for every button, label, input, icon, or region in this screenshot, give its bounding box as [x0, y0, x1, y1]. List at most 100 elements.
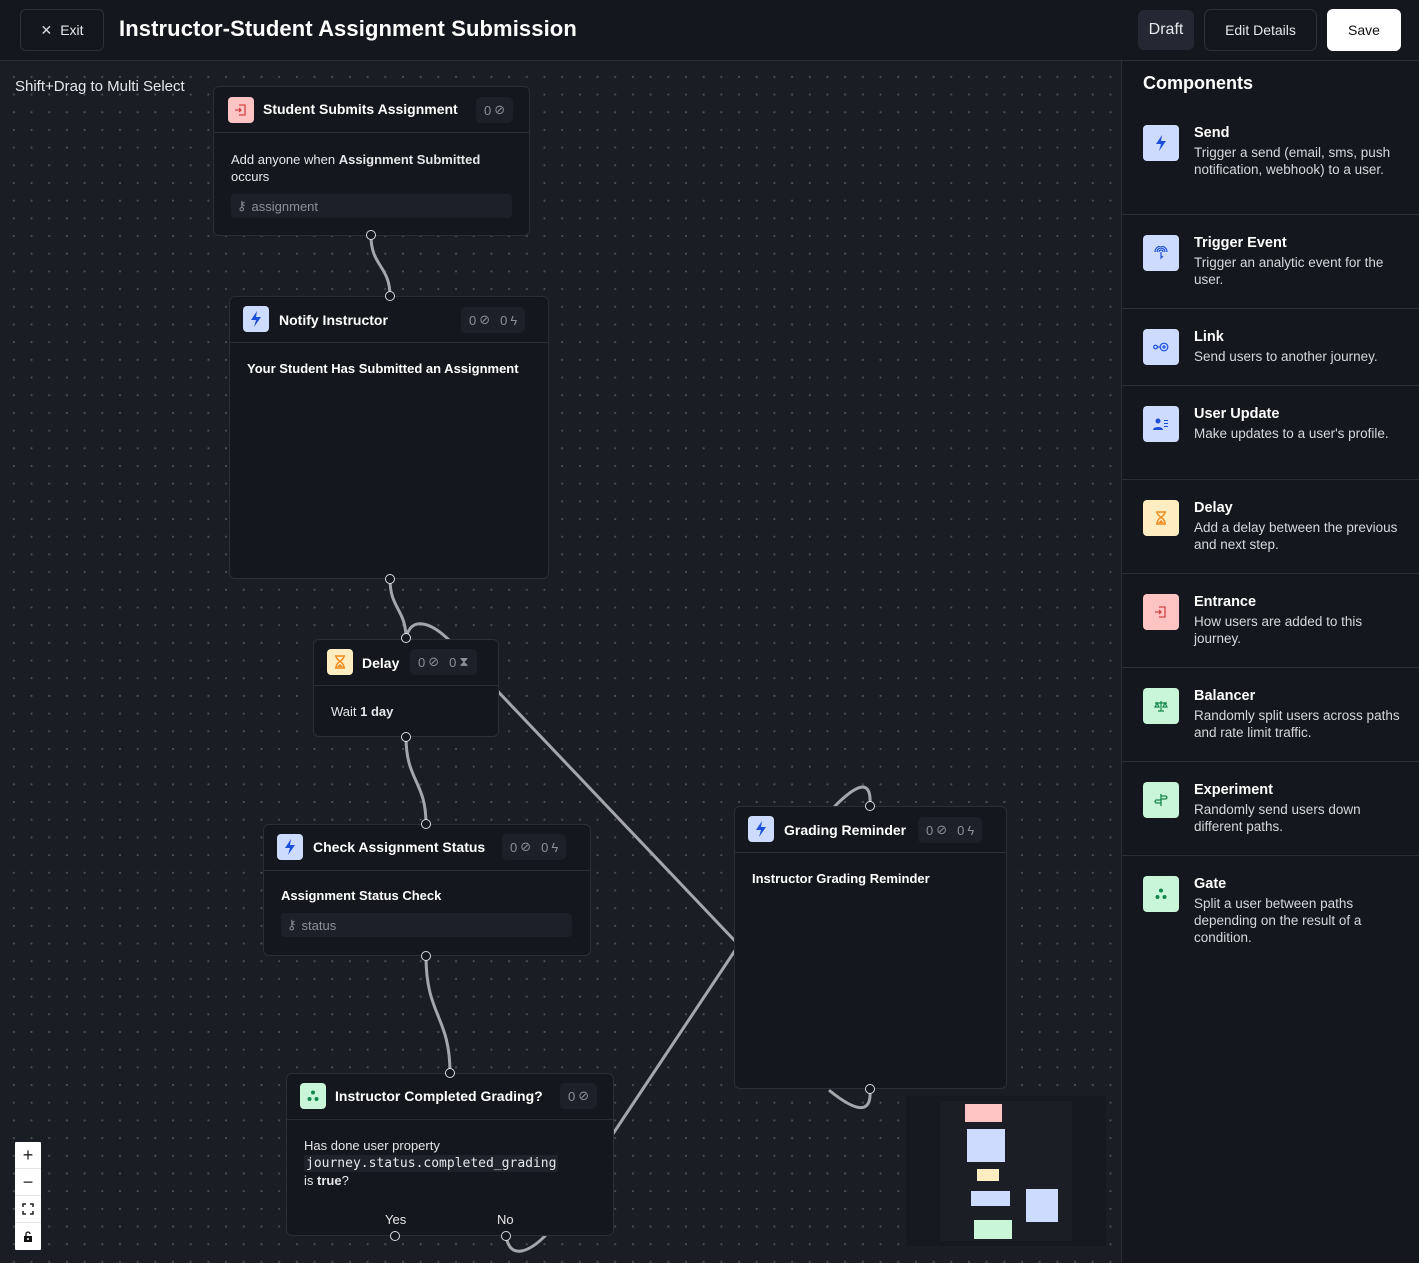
- check-circle-icon: ⊘: [936, 822, 948, 837]
- gate-icon: [300, 1083, 326, 1109]
- lightning-icon: [1143, 125, 1179, 161]
- edge-check-to-gate[interactable]: [424, 954, 452, 1075]
- component-name: Delay: [1194, 500, 1233, 516]
- notify-out-port[interactable]: [385, 574, 395, 584]
- minimap-node-delay: [977, 1169, 999, 1181]
- header: ✕ Exit Instructor-Student Assignment Sub…: [0, 0, 1419, 61]
- condition-suffix: ?: [341, 1173, 349, 1188]
- lightning-icon: ϟ: [551, 839, 559, 855]
- gate-condition: Has done user property journey.status.co…: [304, 1137, 596, 1189]
- reminder-out-port[interactable]: [865, 1084, 875, 1094]
- component-delay[interactable]: Delay Add a delay between the previous a…: [1122, 480, 1419, 574]
- lock-button[interactable]: [15, 1223, 41, 1250]
- journey-canvas[interactable]: Shift+Drag to Multi Select Student Submi…: [0, 61, 1121, 1263]
- component-name: Trigger Event: [1194, 235, 1287, 251]
- condition-value: true: [317, 1173, 342, 1188]
- node-title: Student Submits Assignment: [263, 101, 458, 117]
- zoom-in-button[interactable]: +: [15, 1142, 41, 1169]
- delay-in-port[interactable]: [401, 633, 411, 643]
- waiting-count: 0: [449, 654, 457, 670]
- component-link[interactable]: Link Send users to another journey.: [1122, 309, 1419, 386]
- template-name: Assignment Status Check: [281, 888, 442, 903]
- check-in-port[interactable]: [421, 819, 431, 829]
- component-description: Send users to another journey.: [1194, 349, 1378, 364]
- sent-count: 0: [500, 312, 508, 328]
- edge-reminder-out[interactable]: [828, 1087, 872, 1110]
- edge-delay-to-check[interactable]: [404, 735, 428, 826]
- component-experiment[interactable]: Experiment Randomly send users down diff…: [1122, 762, 1419, 856]
- delay-out-port[interactable]: [401, 732, 411, 742]
- component-description: Trigger a send (email, sms, push notific…: [1194, 145, 1391, 177]
- description-suffix: occurs: [231, 169, 270, 184]
- no-branch-label: No: [497, 1212, 514, 1227]
- delay-prefix: Wait: [331, 704, 361, 719]
- edge-notify-to-delay[interactable]: [388, 577, 408, 641]
- node-header: Delay 0 ⊘ 0 ⧗: [314, 640, 498, 686]
- node-title: Delay: [362, 655, 400, 671]
- component-trigger-event[interactable]: Trigger Event Trigger an analytic event …: [1122, 215, 1419, 309]
- node-notify-instructor[interactable]: Notify Instructor 0 ⊘ 0ϟ Your Student Has…: [229, 296, 549, 579]
- node-title: Grading Reminder: [784, 822, 907, 838]
- node-description: Add anyone when Assignment Submitted occ…: [231, 151, 512, 185]
- user-list-icon: [1143, 406, 1179, 442]
- delay-description: Wait 1 day: [331, 703, 481, 720]
- node-title: Check Assignment Status: [313, 839, 486, 855]
- gate-yes-port[interactable]: [390, 1231, 400, 1241]
- node-entrance[interactable]: Student Submits Assignment 0 ⊘ Add anyone…: [213, 86, 530, 236]
- lightning-icon: ϟ: [510, 312, 518, 328]
- gate-icon: [1143, 876, 1179, 912]
- fit-view-button[interactable]: [15, 1196, 41, 1223]
- node-title: Instructor Completed Grading?: [335, 1088, 543, 1104]
- reminder-in-port[interactable]: [865, 801, 875, 811]
- unlock-icon: [24, 1230, 32, 1242]
- node-stats: 0 ⊘: [476, 97, 514, 123]
- node-delay[interactable]: Delay 0 ⊘ 0 ⧗ Wait 1 day: [313, 639, 499, 737]
- node-stats: 0 ⊘ 0ϟ: [918, 817, 983, 843]
- sent-count: 0: [541, 839, 549, 855]
- completed-count: 0: [484, 102, 492, 118]
- minimap-node-notify: [967, 1129, 1005, 1162]
- component-user-update[interactable]: User Update Make updates to a user's pro…: [1122, 386, 1419, 480]
- component-name: Send: [1194, 125, 1230, 141]
- node-check-assignment-status[interactable]: Check Assignment Status 0 ⊘ 0ϟ Assignment…: [263, 824, 591, 956]
- component-name: Gate: [1194, 876, 1227, 892]
- minimap-node-entrance: [965, 1104, 1002, 1122]
- signpost-icon: [1143, 782, 1179, 818]
- multi-select-hint: Shift+Drag to Multi Select: [15, 78, 185, 95]
- key-value: status: [301, 917, 337, 933]
- component-description: Trigger an analytic event for the user.: [1194, 255, 1384, 287]
- key-icon: ⚷: [237, 198, 247, 213]
- gate-in-port[interactable]: [445, 1068, 455, 1078]
- edge-entrance-to-notify[interactable]: [369, 234, 392, 298]
- hourglass-icon: [1143, 500, 1179, 536]
- component-balancer[interactable]: Balancer Randomly split users across pat…: [1122, 668, 1419, 762]
- exit-button[interactable]: ✕ Exit: [20, 9, 104, 51]
- edit-details-button[interactable]: Edit Details: [1204, 9, 1317, 51]
- save-button[interactable]: Save: [1327, 9, 1401, 51]
- node-header: Notify Instructor 0 ⊘ 0ϟ: [230, 297, 548, 343]
- template-name: Your Student Has Submitted an Assignment: [247, 361, 519, 376]
- yes-branch-label: Yes: [385, 1212, 407, 1227]
- event-name: Assignment Submitted: [338, 152, 481, 167]
- status-badge: Draft: [1138, 10, 1194, 50]
- minimap[interactable]: [906, 1096, 1106, 1246]
- entrance-out-port[interactable]: [366, 230, 376, 240]
- node-grading-reminder[interactable]: Grading Reminder 0 ⊘ 0ϟ Instructor Gradin…: [734, 806, 1007, 1089]
- component-description: Make updates to a user's profile.: [1194, 426, 1389, 441]
- minimap-node-reminder: [1026, 1189, 1058, 1222]
- delay-duration: 1 day: [360, 704, 394, 719]
- close-icon: ✕: [40, 21, 53, 38]
- node-header: Student Submits Assignment 0 ⊘: [214, 87, 529, 133]
- lightning-icon: [748, 816, 774, 842]
- check-out-port[interactable]: [421, 951, 431, 961]
- notify-in-port[interactable]: [385, 291, 395, 301]
- gate-no-port[interactable]: [501, 1231, 511, 1241]
- component-entrance[interactable]: Entrance How users are added to this jou…: [1122, 574, 1419, 668]
- zoom-out-button[interactable]: −: [15, 1169, 41, 1196]
- component-gate[interactable]: Gate Split a user between paths dependin…: [1122, 856, 1419, 966]
- exit-label: Exit: [60, 22, 84, 38]
- node-gate[interactable]: Instructor Completed Grading? 0 ⊘ Has don…: [286, 1073, 614, 1236]
- component-send[interactable]: Send Trigger a send (email, sms, push no…: [1122, 111, 1419, 215]
- completed-count: 0: [469, 312, 477, 328]
- check-circle-icon: ⊘: [520, 839, 532, 854]
